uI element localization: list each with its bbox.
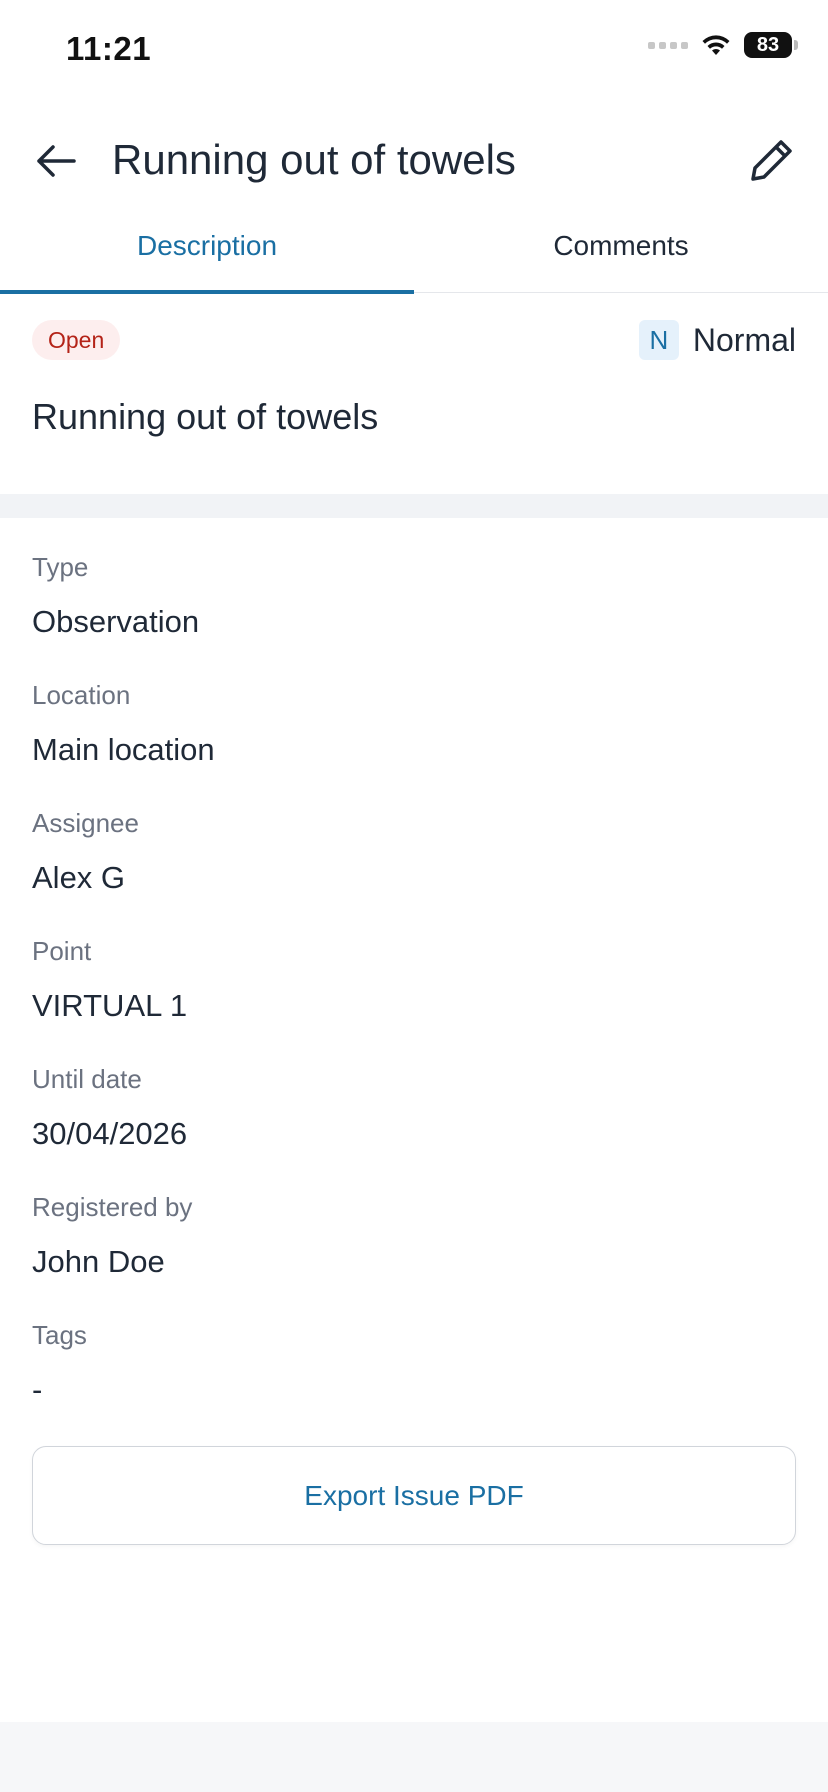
battery-icon: 83	[744, 32, 798, 58]
tab-bar: Description Comments	[0, 210, 828, 294]
field-assignee: Assignee Alex G	[32, 808, 796, 936]
field-label: Location	[32, 680, 131, 710]
issue-summary: Open N Normal Running out of towels	[0, 294, 828, 494]
tab-description[interactable]: Description	[0, 210, 414, 294]
field-type: Type Observation	[32, 552, 796, 680]
field-value: Observation	[32, 604, 200, 639]
field-until-date: Until date 30/04/2026	[32, 1064, 796, 1192]
field-value: Main location	[32, 732, 215, 767]
priority-indicator: N Normal	[638, 320, 796, 360]
field-value: Alex G	[32, 860, 126, 895]
signal-icon	[648, 41, 688, 49]
field-point: Point VIRTUAL 1	[32, 936, 796, 1064]
field-label: Assignee	[32, 808, 139, 838]
field-value: 30/04/2026	[32, 1116, 188, 1151]
wifi-icon	[702, 35, 730, 55]
section-divider	[0, 494, 828, 518]
priority-badge: N	[638, 320, 679, 360]
arrow-left-icon	[37, 145, 76, 177]
back-button[interactable]	[30, 138, 82, 184]
field-tags: Tags -	[32, 1320, 796, 1448]
page-title: Running out of towels	[112, 136, 516, 183]
field-value: John Doe	[32, 1244, 165, 1279]
field-location: Location Main location	[32, 680, 796, 808]
issue-details: Type Observation Location Main location …	[32, 552, 796, 1448]
status-indicators: 83	[648, 32, 798, 58]
app-header: Running out of towels	[0, 110, 828, 210]
status-badge: Open	[32, 320, 121, 360]
edit-button[interactable]	[746, 134, 798, 186]
field-label: Tags	[32, 1320, 87, 1350]
status-bar: 11:21 83	[0, 0, 828, 100]
tab-comments[interactable]: Comments	[414, 210, 828, 293]
field-label: Type	[32, 552, 89, 582]
field-label: Registered by	[32, 1192, 193, 1222]
pencil-icon	[751, 140, 792, 181]
field-label: Until date	[32, 1064, 142, 1094]
priority-label: Normal	[692, 321, 796, 358]
field-value: -	[32, 1372, 43, 1407]
status-time: 11:21	[66, 30, 152, 67]
export-pdf-button[interactable]: Export Issue PDF	[32, 1446, 796, 1545]
field-label: Point	[32, 936, 92, 966]
field-value: VIRTUAL 1	[32, 988, 188, 1023]
bottom-area	[0, 1722, 828, 1792]
field-registered-by: Registered by John Doe	[32, 1192, 796, 1320]
issue-title: Running out of towels	[32, 396, 379, 437]
